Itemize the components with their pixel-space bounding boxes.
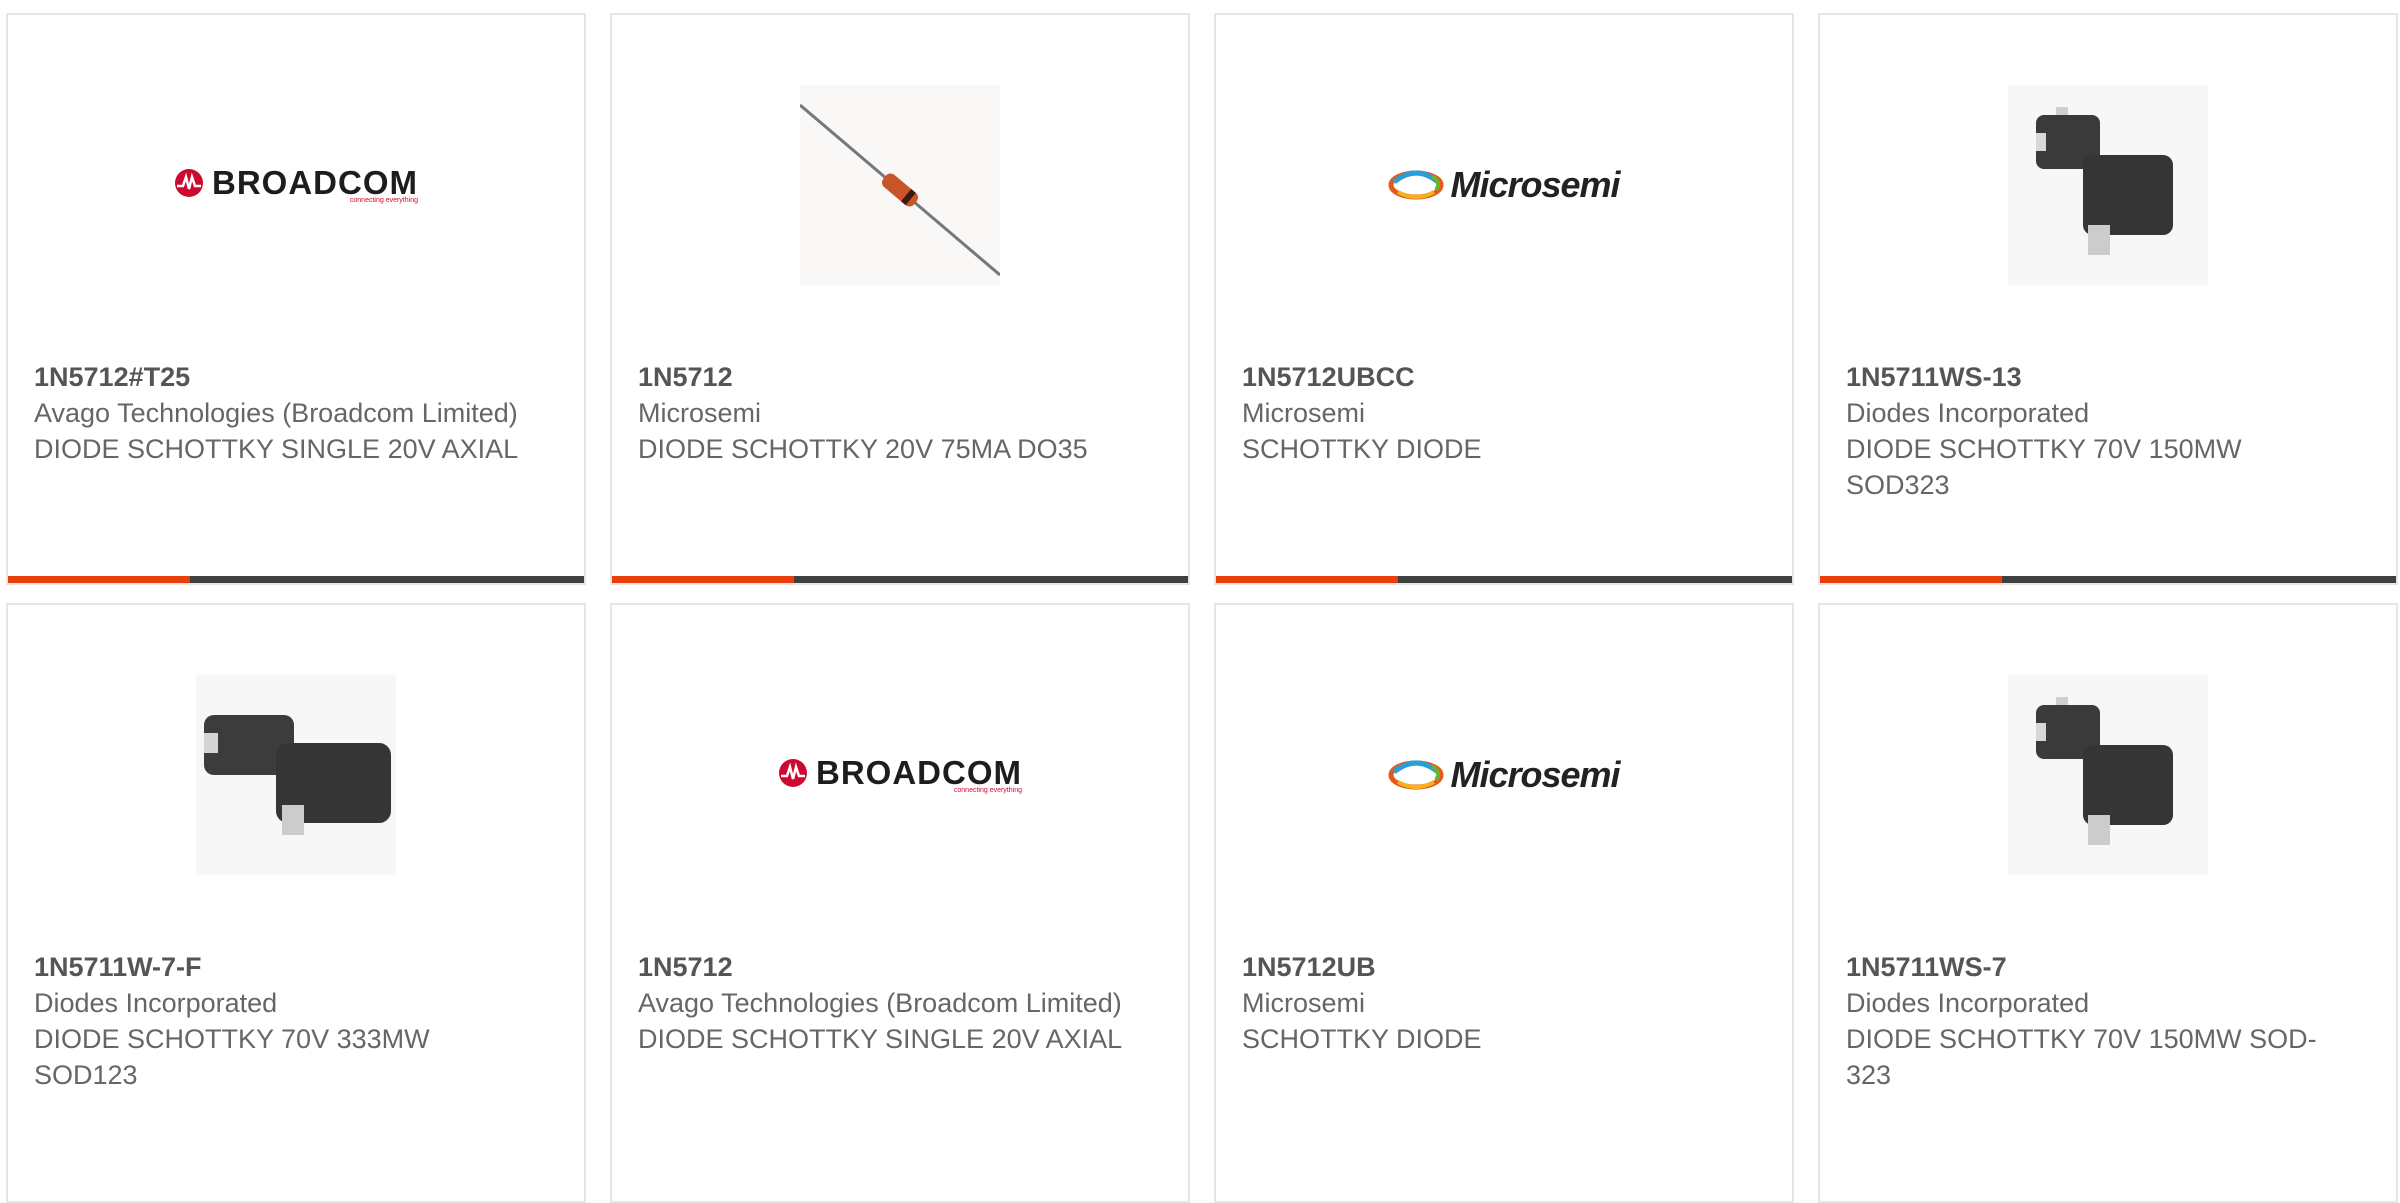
product-grid: BROADCOM connecting everything 1N5712#T2…: [0, 0, 2400, 1203]
broadcom-pulse-icon: [175, 168, 204, 197]
manufacturer: Avago Technologies (Broadcom Limited): [638, 988, 1122, 1018]
product-image: BROADCOM connecting everything: [779, 675, 1022, 875]
part-number[interactable]: 1N5711WS-7: [1846, 949, 2336, 985]
microsemi-swirl-icon: [1388, 760, 1444, 790]
card-bar-accent: [612, 576, 794, 583]
manufacturer: Diodes Incorporated: [1846, 988, 2090, 1018]
manufacturer: Diodes Incorporated: [34, 988, 278, 1018]
card-bar-accent: [1216, 576, 1398, 583]
broadcom-logo: BROADCOM connecting everything: [778, 753, 1022, 794]
part-number[interactable]: 1N5712: [638, 949, 1128, 985]
description: SCHOTTKY DIODE: [1242, 1024, 1482, 1054]
broadcom-logo: BROADCOM connecting everything: [174, 163, 418, 204]
card-bar-accent: [8, 576, 190, 583]
product-card[interactable]: 1N5712 Microsemi DIODE SCHOTTKY 20V 75MA…: [610, 13, 1190, 585]
product-card[interactable]: Microsemi 1N5712UB Microsemi SCHOTTKY DI…: [1214, 603, 1794, 1203]
microsemi-logo: Microsemi: [1388, 754, 1621, 796]
manufacturer: Diodes Incorporated: [1846, 398, 2090, 428]
manufacturer: Avago Technologies (Broadcom Limited): [34, 398, 518, 428]
product-image: [196, 675, 396, 875]
manufacturer: Microsemi: [1242, 988, 1366, 1018]
part-number[interactable]: 1N5711WS-13: [1846, 359, 2336, 395]
microsemi-logo-text: Microsemi: [1450, 164, 1620, 205]
part-number[interactable]: 1N5712UBCC: [1242, 359, 1732, 395]
broadcom-logo-text: BROADCOM: [212, 163, 418, 201]
product-card[interactable]: 1N5711W-7-F Diodes Incorporated DIODE SC…: [6, 603, 586, 1203]
product-card[interactable]: BROADCOM connecting everything 1N5712 Av…: [610, 603, 1190, 1203]
description: DIODE SCHOTTKY 70V 150MW SOD-323: [1846, 1024, 2317, 1090]
description: DIODE SCHOTTKY 70V 333MW SOD123: [34, 1024, 430, 1090]
sod323-package-photo: [2008, 675, 2208, 875]
product-image: BROADCOM connecting everything: [175, 85, 418, 285]
product-card[interactable]: 1N5711WS-7 Diodes Incorporated DIODE SCH…: [1818, 603, 2398, 1203]
description: DIODE SCHOTTKY 20V 75MA DO35: [638, 434, 1088, 464]
card-bar: [1820, 576, 2396, 583]
axial-diode-photo: [800, 85, 1000, 285]
product-image: Microsemi: [1384, 675, 1624, 875]
product-image: [2008, 85, 2208, 285]
part-number[interactable]: 1N5712UB: [1242, 949, 1732, 985]
description: DIODE SCHOTTKY 70V 150MW SOD323: [1846, 434, 2242, 500]
part-number[interactable]: 1N5712#T25: [34, 359, 524, 395]
card-bar: [8, 576, 584, 583]
part-number[interactable]: 1N5712: [638, 359, 1128, 395]
microsemi-logo-text: Microsemi: [1450, 754, 1620, 795]
product-card[interactable]: BROADCOM connecting everything 1N5712#T2…: [6, 13, 586, 585]
sod323-package-photo: [2008, 85, 2208, 285]
broadcom-logo-text: BROADCOM: [816, 753, 1022, 791]
product-image: [800, 85, 1000, 285]
part-number[interactable]: 1N5711W-7-F: [34, 949, 524, 985]
description: DIODE SCHOTTKY SINGLE 20V AXIAL: [638, 1024, 1123, 1054]
manufacturer: Microsemi: [638, 398, 762, 428]
description: DIODE SCHOTTKY SINGLE 20V AXIAL: [34, 434, 519, 464]
description: SCHOTTKY DIODE: [1242, 434, 1482, 464]
microsemi-logo: Microsemi: [1388, 164, 1621, 206]
product-card[interactable]: 1N5711WS-13 Diodes Incorporated DIODE SC…: [1818, 13, 2398, 585]
product-image: [2008, 675, 2208, 875]
sod123-package-photo: [196, 675, 396, 875]
card-bar: [1216, 576, 1792, 583]
product-image: Microsemi: [1384, 85, 1624, 285]
card-bar-accent: [1820, 576, 2002, 583]
broadcom-pulse-icon: [779, 758, 808, 787]
product-card[interactable]: Microsemi 1N5712UBCC Microsemi SCHOTTKY …: [1214, 13, 1794, 585]
card-bar: [612, 576, 1188, 583]
microsemi-swirl-icon: [1388, 170, 1444, 200]
manufacturer: Microsemi: [1242, 398, 1366, 428]
